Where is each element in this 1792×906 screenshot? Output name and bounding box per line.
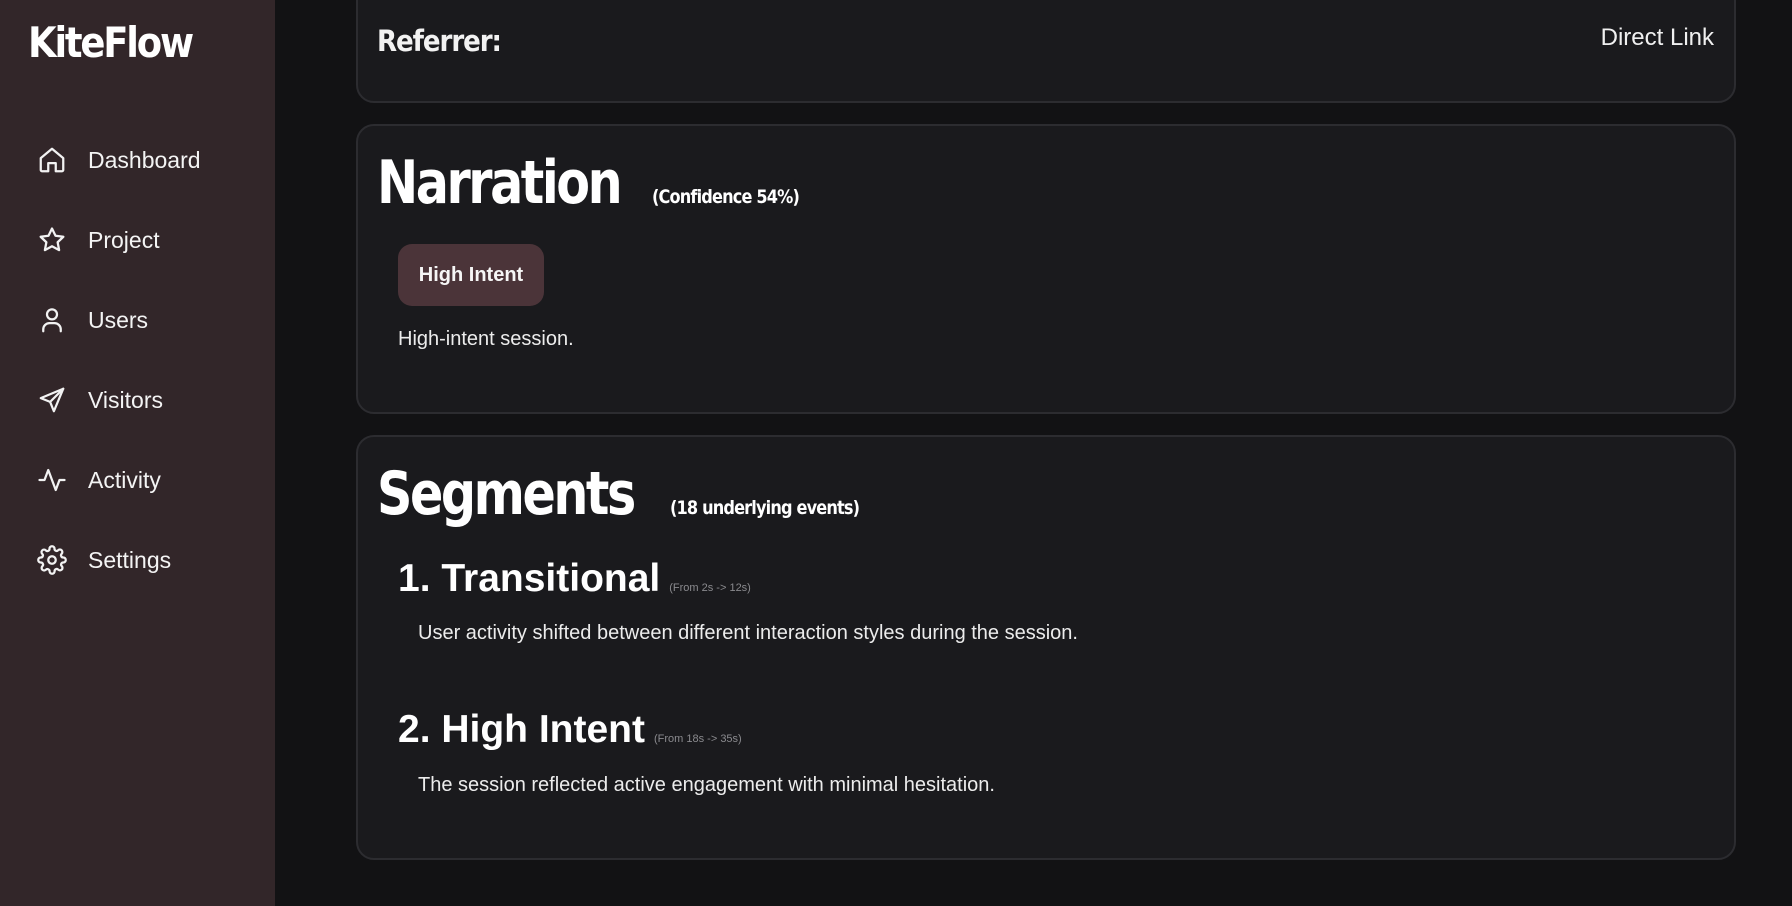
narration-card: Narration (Confidence 54%) High Intent H… xyxy=(356,124,1736,414)
sidebar-item-settings[interactable]: Settings xyxy=(0,540,275,580)
segment-range: (From 2s -> 12s) xyxy=(669,582,751,594)
segment-2-header: 2. High Intent (From 18s -> 35s) xyxy=(398,708,742,752)
sidebar-item-label: Dashboard xyxy=(88,146,201,173)
user-icon xyxy=(42,308,62,333)
app-logo[interactable]: KiteFlow xyxy=(28,18,194,67)
app-root: KiteFlow Dashboard Project Users Visitor… xyxy=(0,0,1792,906)
referrer-value: Direct Link xyxy=(1600,24,1714,51)
referrer-card: Referrer: Direct Link xyxy=(356,0,1736,103)
activity-icon xyxy=(38,468,66,492)
sidebar-item-label: Project xyxy=(88,226,160,253)
narration-header: Narration (Confidence 54%) xyxy=(377,148,825,218)
sidebar-item-label: Users xyxy=(88,306,149,333)
main-content[interactable]: Referrer: Direct Link Narration (Confide… xyxy=(275,0,1792,906)
segments-header: Segments (18 underlying events) xyxy=(377,459,893,529)
segment-description: The session reflected active engagement … xyxy=(418,774,995,796)
referrer-label: Referrer: xyxy=(377,24,502,58)
segments-title: Segments xyxy=(377,459,636,529)
narration-confidence: (Confidence 54%) xyxy=(651,186,800,208)
sidebar-item-activity[interactable]: Activity xyxy=(0,460,275,500)
sidebar-nav: Dashboard Project Users Visitors Activit… xyxy=(0,140,275,620)
segment-description: User activity shifted between different … xyxy=(418,622,1078,644)
narration-title: Narration xyxy=(377,148,623,218)
sidebar-item-project[interactable]: Project xyxy=(0,220,275,260)
sidebar-item-label: Visitors xyxy=(88,386,163,413)
sidebar-item-label: Activity xyxy=(88,466,161,493)
star-icon xyxy=(39,227,65,252)
segments-card: Segments (18 underlying events) 1. Trans… xyxy=(356,435,1736,860)
segment-range: (From 18s -> 35s) xyxy=(654,733,742,745)
segments-subtitle: (18 underlying events) xyxy=(670,497,860,519)
segment-1-header: 1. Transitional (From 2s -> 12s) xyxy=(398,557,751,601)
intent-badge: High Intent xyxy=(398,244,544,306)
home-icon xyxy=(39,147,65,173)
sidebar-item-visitors[interactable]: Visitors xyxy=(0,380,275,420)
narration-text: High-intent session. xyxy=(398,328,574,350)
gear-icon xyxy=(37,545,67,575)
segment-title: 1. Transitional xyxy=(398,557,661,600)
send-icon xyxy=(39,387,65,413)
segment-title: 2. High Intent xyxy=(398,708,645,751)
sidebar-item-label: Settings xyxy=(88,546,172,573)
sidebar-item-dashboard[interactable]: Dashboard xyxy=(0,140,275,180)
sidebar-item-users[interactable]: Users xyxy=(0,300,275,340)
sidebar: KiteFlow Dashboard Project Users Visitor… xyxy=(0,0,275,906)
